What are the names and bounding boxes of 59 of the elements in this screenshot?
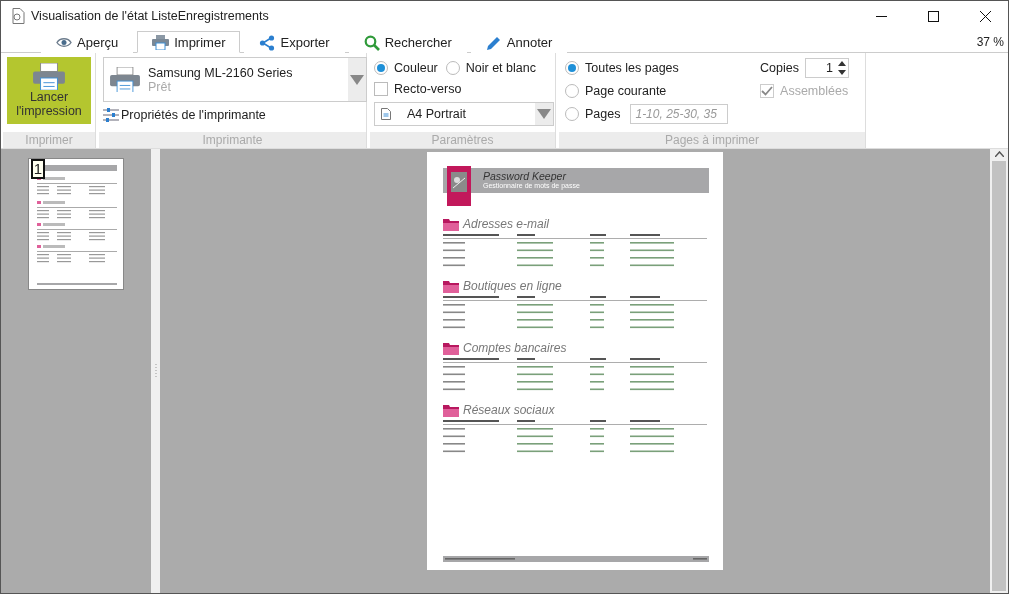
copies-spinner[interactable]: 1	[805, 57, 849, 78]
printer-icon	[152, 34, 170, 50]
share-icon	[259, 34, 276, 51]
radio-button[interactable]	[565, 106, 579, 121]
folder-icon	[443, 403, 459, 417]
search-icon	[363, 34, 380, 51]
checkbox[interactable]	[374, 81, 388, 96]
printer-status: Prêt	[148, 79, 171, 94]
eye-icon	[56, 37, 72, 48]
window-title: Visualisation de l'état ListeEnregistrements	[31, 9, 270, 23]
folder-icon	[443, 341, 459, 355]
copies-label: Copies	[760, 60, 799, 75]
ribbon-tab[interactable]: Imprimer	[137, 31, 241, 53]
pages-field[interactable]: 1-10, 25-30, 35	[630, 103, 729, 124]
report-title: Password Keeper	[483, 171, 568, 182]
printer-dropdown[interactable]: Samsung ML-2160 Series Prêt	[103, 57, 367, 102]
radio-label: Noir et blanc	[465, 60, 536, 75]
folder-icon	[443, 217, 459, 231]
checkbox-label: Assemblées	[780, 83, 849, 98]
folder-icon	[443, 279, 459, 293]
page-icon	[381, 108, 391, 120]
radio-button[interactable]	[565, 83, 579, 98]
page-number-badge: 1	[31, 159, 45, 179]
printer-name: Samsung ML-2160 Series	[148, 65, 293, 80]
safe-icon	[447, 166, 471, 206]
page-thumbnail[interactable]: 1	[29, 159, 123, 289]
document-icon	[11, 8, 25, 24]
paper-dropdown[interactable]: A4 Portrait	[374, 102, 554, 126]
radio-label: Couleur	[394, 60, 438, 75]
radio-label: Toutes les pages	[585, 60, 679, 75]
caret-icon	[350, 74, 364, 85]
scrollbar-thumb[interactable]	[992, 161, 1006, 591]
maximize-icon	[927, 10, 939, 22]
radio-label: Pages	[585, 106, 621, 121]
scroll-up-icon[interactable]	[994, 151, 1004, 157]
section-title: Adresses e-mail	[463, 217, 550, 231]
group-label: Pages à imprimer	[559, 132, 865, 148]
sliders-icon	[103, 108, 119, 122]
pencil-icon	[485, 34, 502, 51]
grip-icon[interactable]	[154, 364, 157, 378]
printer-icon	[110, 66, 140, 93]
minimize-icon	[875, 15, 887, 17]
radio-button[interactable]	[445, 60, 460, 75]
close-icon	[979, 10, 991, 22]
group-label: Imprimer	[3, 132, 95, 148]
group-label: Imprimante	[99, 132, 366, 148]
radio-button[interactable]	[374, 60, 388, 75]
zoom-level: 37 %	[976, 35, 1004, 49]
group-label: Paramètres	[370, 132, 555, 148]
caret-icon	[537, 109, 551, 119]
printer-icon	[33, 62, 65, 90]
printer-properties-button[interactable]: Propriétés de l'imprimante	[103, 108, 367, 122]
section-title: Boutiques en ligne	[463, 279, 562, 293]
section-title: Comptes bancaires	[463, 341, 567, 355]
section-title: Réseaux sociaux	[463, 403, 555, 417]
checkbox-label: Recto-verso	[394, 81, 462, 96]
print-button[interactable]: Lancer l'impression	[7, 57, 91, 124]
radio-label: Page courante	[585, 83, 667, 98]
radio-button[interactable]	[565, 60, 579, 75]
